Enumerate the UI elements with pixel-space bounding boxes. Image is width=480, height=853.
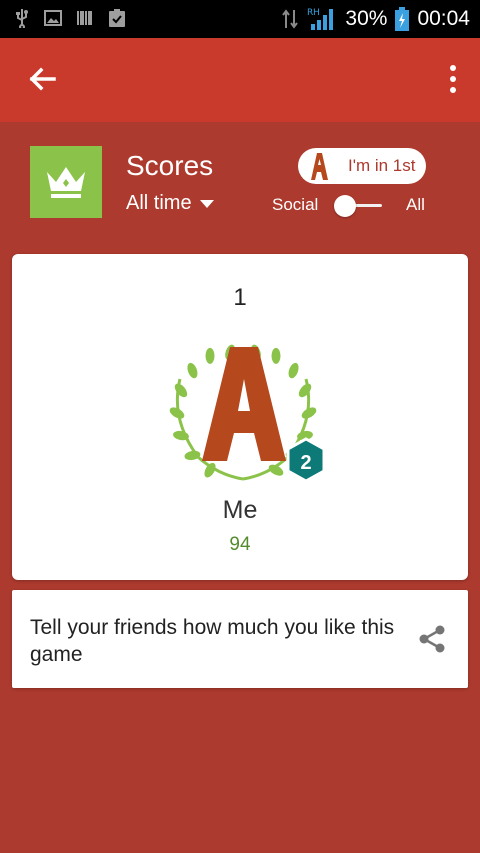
avatar-letter-a [202, 347, 286, 461]
time-filter-label: All time [126, 192, 192, 214]
barcode-icon [77, 11, 92, 25]
page-title: Scores [126, 150, 214, 181]
image-icon [44, 10, 62, 26]
player-avatar: 2 [169, 344, 326, 483]
signal-icon: R H [307, 8, 334, 30]
more-vert-icon[interactable] [448, 64, 458, 94]
battery-percent: 30% [345, 7, 388, 30]
level-number: 2 [300, 452, 311, 474]
player-rank: 1 [233, 284, 247, 311]
avatar-letter-icon [311, 153, 328, 180]
clock: 00:04 [417, 7, 470, 30]
toggle-label-all: All [406, 195, 425, 214]
social-all-switch[interactable] [332, 193, 388, 219]
data-transfer-icon [282, 9, 299, 29]
player-score: 94 [229, 534, 251, 555]
rank-badge[interactable]: I'm in 1st [298, 148, 426, 184]
notification-icons [14, 8, 126, 28]
toggle-thumb[interactable] [334, 195, 356, 217]
time-filter-dropdown[interactable]: All time [126, 192, 214, 215]
battery-charging-icon [395, 7, 410, 31]
dropdown-arrow-icon [199, 199, 214, 208]
rank-badge-label: I'm in 1st [348, 156, 416, 175]
status-bar: R H 30% 00:04 [0, 0, 480, 38]
game-icon [30, 146, 102, 218]
level-badge: 2 [286, 437, 326, 483]
crown-icon [47, 167, 85, 198]
player-name: Me [222, 496, 258, 524]
app-bar [0, 38, 480, 122]
share-icon[interactable] [417, 624, 447, 654]
back-arrow-icon[interactable] [26, 62, 60, 96]
usb-icon [16, 9, 28, 28]
social-all-toggle-row: Social All [272, 193, 432, 219]
clipboard-check-icon [109, 9, 125, 27]
player-score-card[interactable]: 1 2 Me 94 [12, 254, 468, 580]
system-status: R H 30% 00:04 [281, 6, 470, 32]
share-game-card[interactable]: Tell your friends how much you like this… [12, 590, 468, 688]
svg-text:H: H [313, 8, 320, 18]
share-prompt-text: Tell your friends how much you like this… [30, 616, 395, 666]
toggle-label-social: Social [272, 195, 319, 214]
